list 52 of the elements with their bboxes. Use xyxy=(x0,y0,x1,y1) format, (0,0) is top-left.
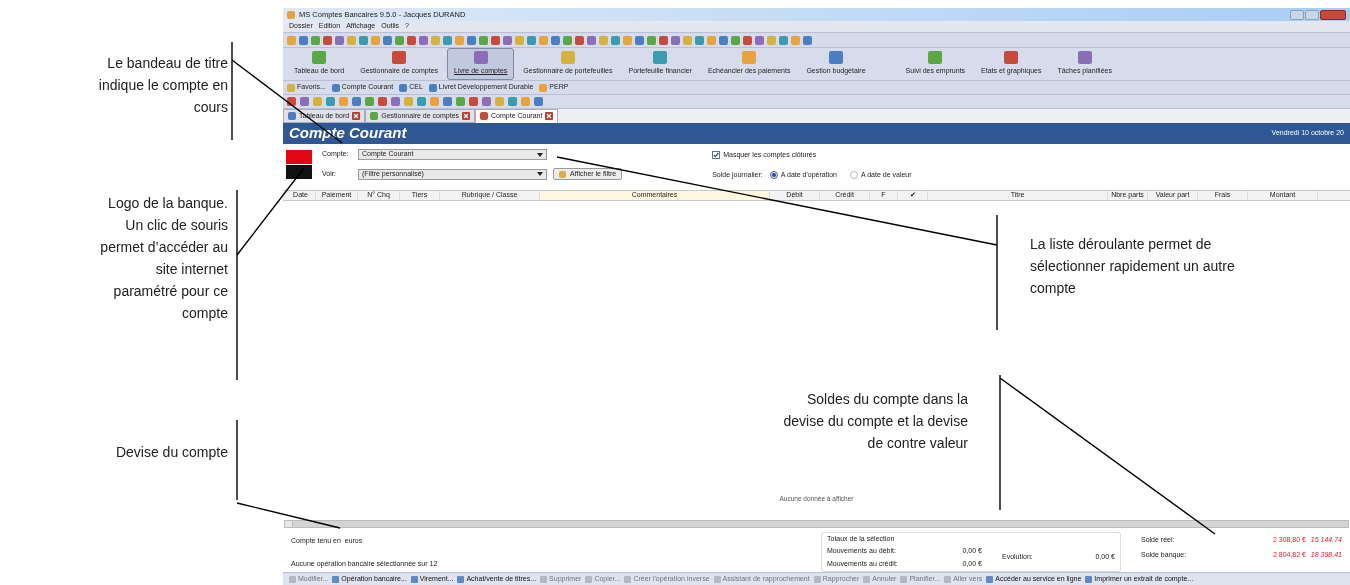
radio-button[interactable] xyxy=(769,170,778,179)
action-icon xyxy=(540,575,548,583)
favorite-icon xyxy=(331,83,340,92)
action-icon xyxy=(457,575,465,583)
annotation-text: Soldes du compte dans la devise du compte et la devise de contre valeur xyxy=(782,390,968,453)
tab-icon xyxy=(370,112,379,120)
tab-icon xyxy=(288,112,296,120)
nav-icon xyxy=(560,51,575,65)
action-icon xyxy=(944,575,952,583)
nav-icon xyxy=(312,51,327,65)
nav-icon xyxy=(392,51,407,65)
app-icon xyxy=(287,10,295,19)
annotation-text: La liste déroulante permet de sélectionner rapidement un autre compte xyxy=(1030,235,1236,298)
nav-icon xyxy=(742,51,757,65)
close-icon[interactable] xyxy=(352,112,361,120)
action-icon xyxy=(1085,575,1093,583)
action-icon xyxy=(863,575,871,583)
favorite-icon xyxy=(539,83,548,92)
horizontal-scrollbar[interactable] xyxy=(284,520,1349,528)
favorite-icon xyxy=(428,83,437,92)
favorite-icon xyxy=(399,83,408,92)
action-icon xyxy=(289,575,296,583)
close-icon[interactable] xyxy=(545,112,554,120)
minimize-button[interactable] xyxy=(1290,9,1304,20)
nav-icon xyxy=(653,51,668,65)
nav-icon xyxy=(829,51,843,65)
action-icon xyxy=(585,575,593,583)
favorite-icon xyxy=(287,83,295,92)
dropdown-arrow-icon xyxy=(537,152,543,157)
action-icon xyxy=(900,575,908,583)
dropdown-arrow-icon xyxy=(537,172,543,176)
checkbox[interactable] xyxy=(712,151,721,160)
filter-icon xyxy=(559,170,566,178)
nav-icon xyxy=(928,51,943,65)
close-icon[interactable] xyxy=(462,112,471,120)
tab-icon xyxy=(480,112,489,120)
action-icon xyxy=(986,575,994,583)
maximize-button[interactable] xyxy=(1305,9,1319,20)
action-icon xyxy=(813,575,821,583)
close-button[interactable] xyxy=(1320,9,1346,20)
nav-icon xyxy=(1004,51,1019,65)
nav-icon xyxy=(1077,51,1092,65)
annotation-text: Devise du compte xyxy=(114,443,228,462)
action-icon xyxy=(713,575,721,583)
radio-button[interactable] xyxy=(850,170,858,179)
nav-icon xyxy=(473,51,488,65)
action-icon xyxy=(410,575,418,583)
annotation-text: Le bandeau de titre indique le compte en cours xyxy=(97,54,228,117)
annotation-text: Logo de la banque. Un clic de souris permet d’accéder au site internet paramétré pour ce compte xyxy=(99,194,228,323)
bank-logo[interactable] xyxy=(286,150,312,179)
action-icon xyxy=(624,575,632,583)
action-icon xyxy=(332,575,340,583)
